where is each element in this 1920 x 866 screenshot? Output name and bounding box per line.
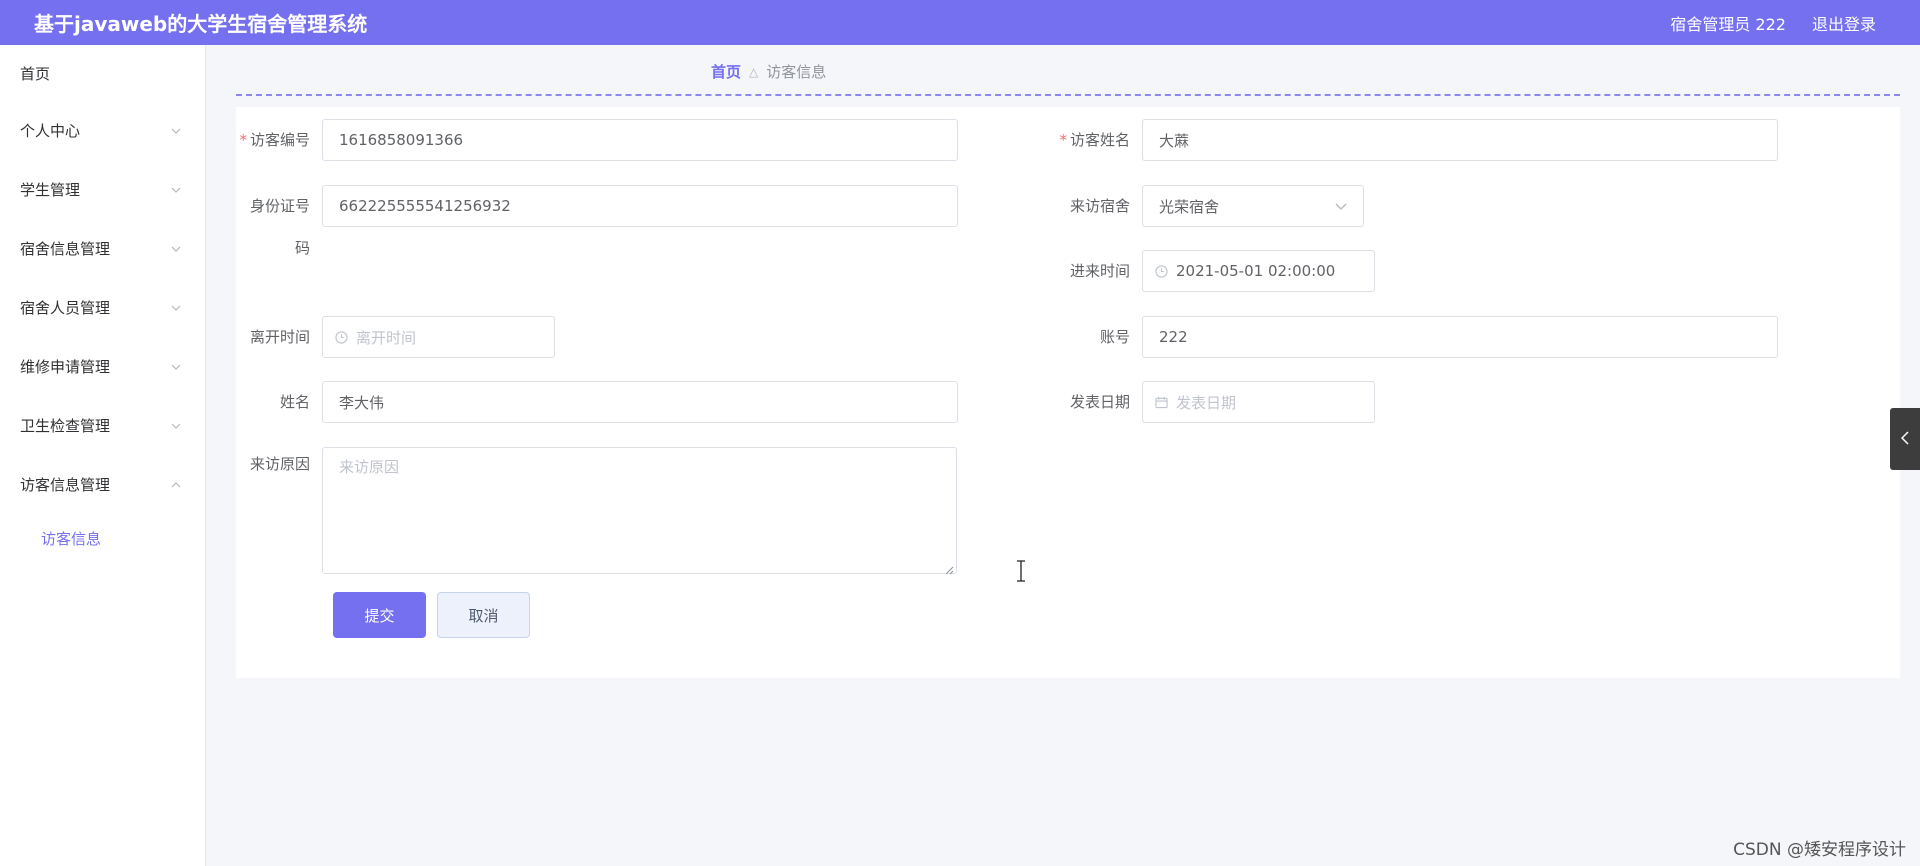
sidebar-item-label: 首页 [20, 64, 51, 83]
breadcrumb: 首页 △ 访客信息 [711, 61, 826, 82]
field-account: 账号 222 [1056, 316, 1778, 358]
field-label: 身份证号 码 [249, 197, 310, 257]
sidebar-item-label: 宿舍信息管理 [20, 240, 111, 258]
field-label: 来访宿舍 [1069, 197, 1130, 215]
sidebar-subitem-visitor-info[interactable]: 访客信息 [0, 514, 205, 562]
visitor-name-input[interactable]: 大蔴 [1142, 119, 1778, 161]
field-label: 离开时间 [249, 328, 310, 346]
chevron-down-icon [169, 183, 183, 197]
divider [236, 94, 1900, 96]
clock-icon [335, 330, 348, 344]
main-content: 首页 △ 访客信息 * 访客编号 1616858091366 * 访客姓名 大蔴 身… [206, 45, 1920, 866]
visitor-form: * 访客编号 1616858091366 * 访客姓名 大蔴 身份证号 码 6622… [236, 107, 1900, 678]
leave-time-picker[interactable]: 离开时间 [322, 316, 555, 358]
field-reason: 来访原因 来访原因 [236, 447, 957, 575]
sidebar-item-dorm-info-management[interactable]: 宿舍信息管理 [0, 219, 205, 278]
current-user: 宿舍管理员 222 [1670, 14, 1786, 34]
field-label: 姓名 [279, 393, 310, 411]
header-right: 宿舍管理员 222 退出登录 [1670, 11, 1876, 35]
sidebar-item-student-management[interactable]: 学生管理 [0, 160, 205, 219]
field-label: 发表日期 [1069, 393, 1130, 411]
chevron-down-icon [169, 301, 183, 315]
sidebar-item-home[interactable]: 首页 [0, 45, 205, 101]
chevron-left-icon [1900, 430, 1909, 449]
visitor-no-input[interactable]: 1616858091366 [322, 119, 958, 161]
field-enter-time: 进来时间 2021-05-01 02:00:00 [1056, 250, 1375, 292]
submit-button[interactable]: 提交 [333, 592, 426, 638]
id-card-input[interactable]: 662225555541256932 [322, 185, 958, 227]
sidebar-item-hygiene-management[interactable]: 卫生检查管理 [0, 396, 205, 455]
field-label: 来访原因 [249, 455, 310, 473]
sidebar-item-label: 宿舍人员管理 [20, 299, 111, 317]
chevron-up-icon [169, 478, 183, 492]
sidebar-item-visitor-management[interactable]: 访客信息管理 [0, 455, 205, 514]
sidebar-item-repair-management[interactable]: 维修申请管理 [0, 337, 205, 396]
breadcrumb-separator-icon: △ [749, 64, 759, 79]
text-cursor-icon [1016, 560, 1026, 586]
breadcrumb-current: 访客信息 [766, 63, 827, 81]
account-input[interactable]: 222 [1142, 316, 1778, 358]
sidebar-item-label: 个人中心 [20, 122, 81, 140]
watermark: CSDN @矮安程序设计 [1733, 840, 1906, 860]
sidebar-item-label: 学生管理 [20, 181, 81, 199]
field-name: 姓名 李大伟 [236, 381, 958, 423]
field-visitor-name: * 访客姓名 大蔴 [1056, 119, 1778, 161]
clock-icon [1155, 264, 1168, 278]
field-leave-time: 离开时间 离开时间 [236, 316, 555, 358]
breadcrumb-home[interactable]: 首页 [711, 61, 741, 82]
cancel-button[interactable]: 取消 [437, 592, 530, 638]
chevron-down-icon [169, 242, 183, 256]
resize-handle-icon[interactable] [944, 561, 954, 575]
collapse-panel-button[interactable] [1890, 408, 1920, 470]
field-label: * 访客编号 [239, 131, 310, 149]
calendar-icon [1155, 396, 1168, 409]
sidebar-item-label: 访客信息管理 [20, 476, 111, 494]
field-visitor-no: * 访客编号 1616858091366 [236, 119, 958, 161]
top-header: 基于javaweb的大学生宿舍管理系统 宿舍管理员 222 退出登录 [0, 0, 1920, 45]
reason-textarea[interactable]: 来访原因 [322, 447, 957, 575]
sidebar-item-personal-center[interactable]: 个人中心 [0, 101, 205, 160]
sidebar-item-label: 维修申请管理 [20, 358, 111, 376]
chevron-down-icon [169, 360, 183, 374]
field-id-card: 身份证号 码 662225555541256932 [236, 185, 958, 269]
logout-link[interactable]: 退出登录 [1812, 11, 1876, 35]
sidebar: 首页 个人中心 学生管理 宿舍信息管理 宿舍人员管理 维修申请管理 卫生检查管理… [0, 45, 206, 866]
field-dorm: 来访宿舍 光荣宿舍 [1056, 185, 1364, 227]
publish-date-picker[interactable]: 发表日期 [1142, 381, 1375, 423]
enter-time-picker[interactable]: 2021-05-01 02:00:00 [1142, 250, 1375, 292]
sidebar-item-dorm-staff-management[interactable]: 宿舍人员管理 [0, 278, 205, 337]
name-input[interactable]: 李大伟 [322, 381, 958, 423]
chevron-down-icon [169, 124, 183, 138]
app-title: 基于javaweb的大学生宿舍管理系统 [34, 12, 368, 36]
field-label: 账号 [1099, 328, 1130, 346]
sidebar-item-label: 卫生检查管理 [20, 417, 111, 435]
field-publish-date: 发表日期 发表日期 [1056, 381, 1375, 423]
dorm-select[interactable]: 光荣宿舍 [1142, 185, 1364, 227]
field-label: * 访客姓名 [1059, 131, 1130, 149]
chevron-down-icon [169, 419, 183, 433]
field-label: 进来时间 [1069, 262, 1130, 280]
chevron-down-icon [1335, 203, 1347, 210]
